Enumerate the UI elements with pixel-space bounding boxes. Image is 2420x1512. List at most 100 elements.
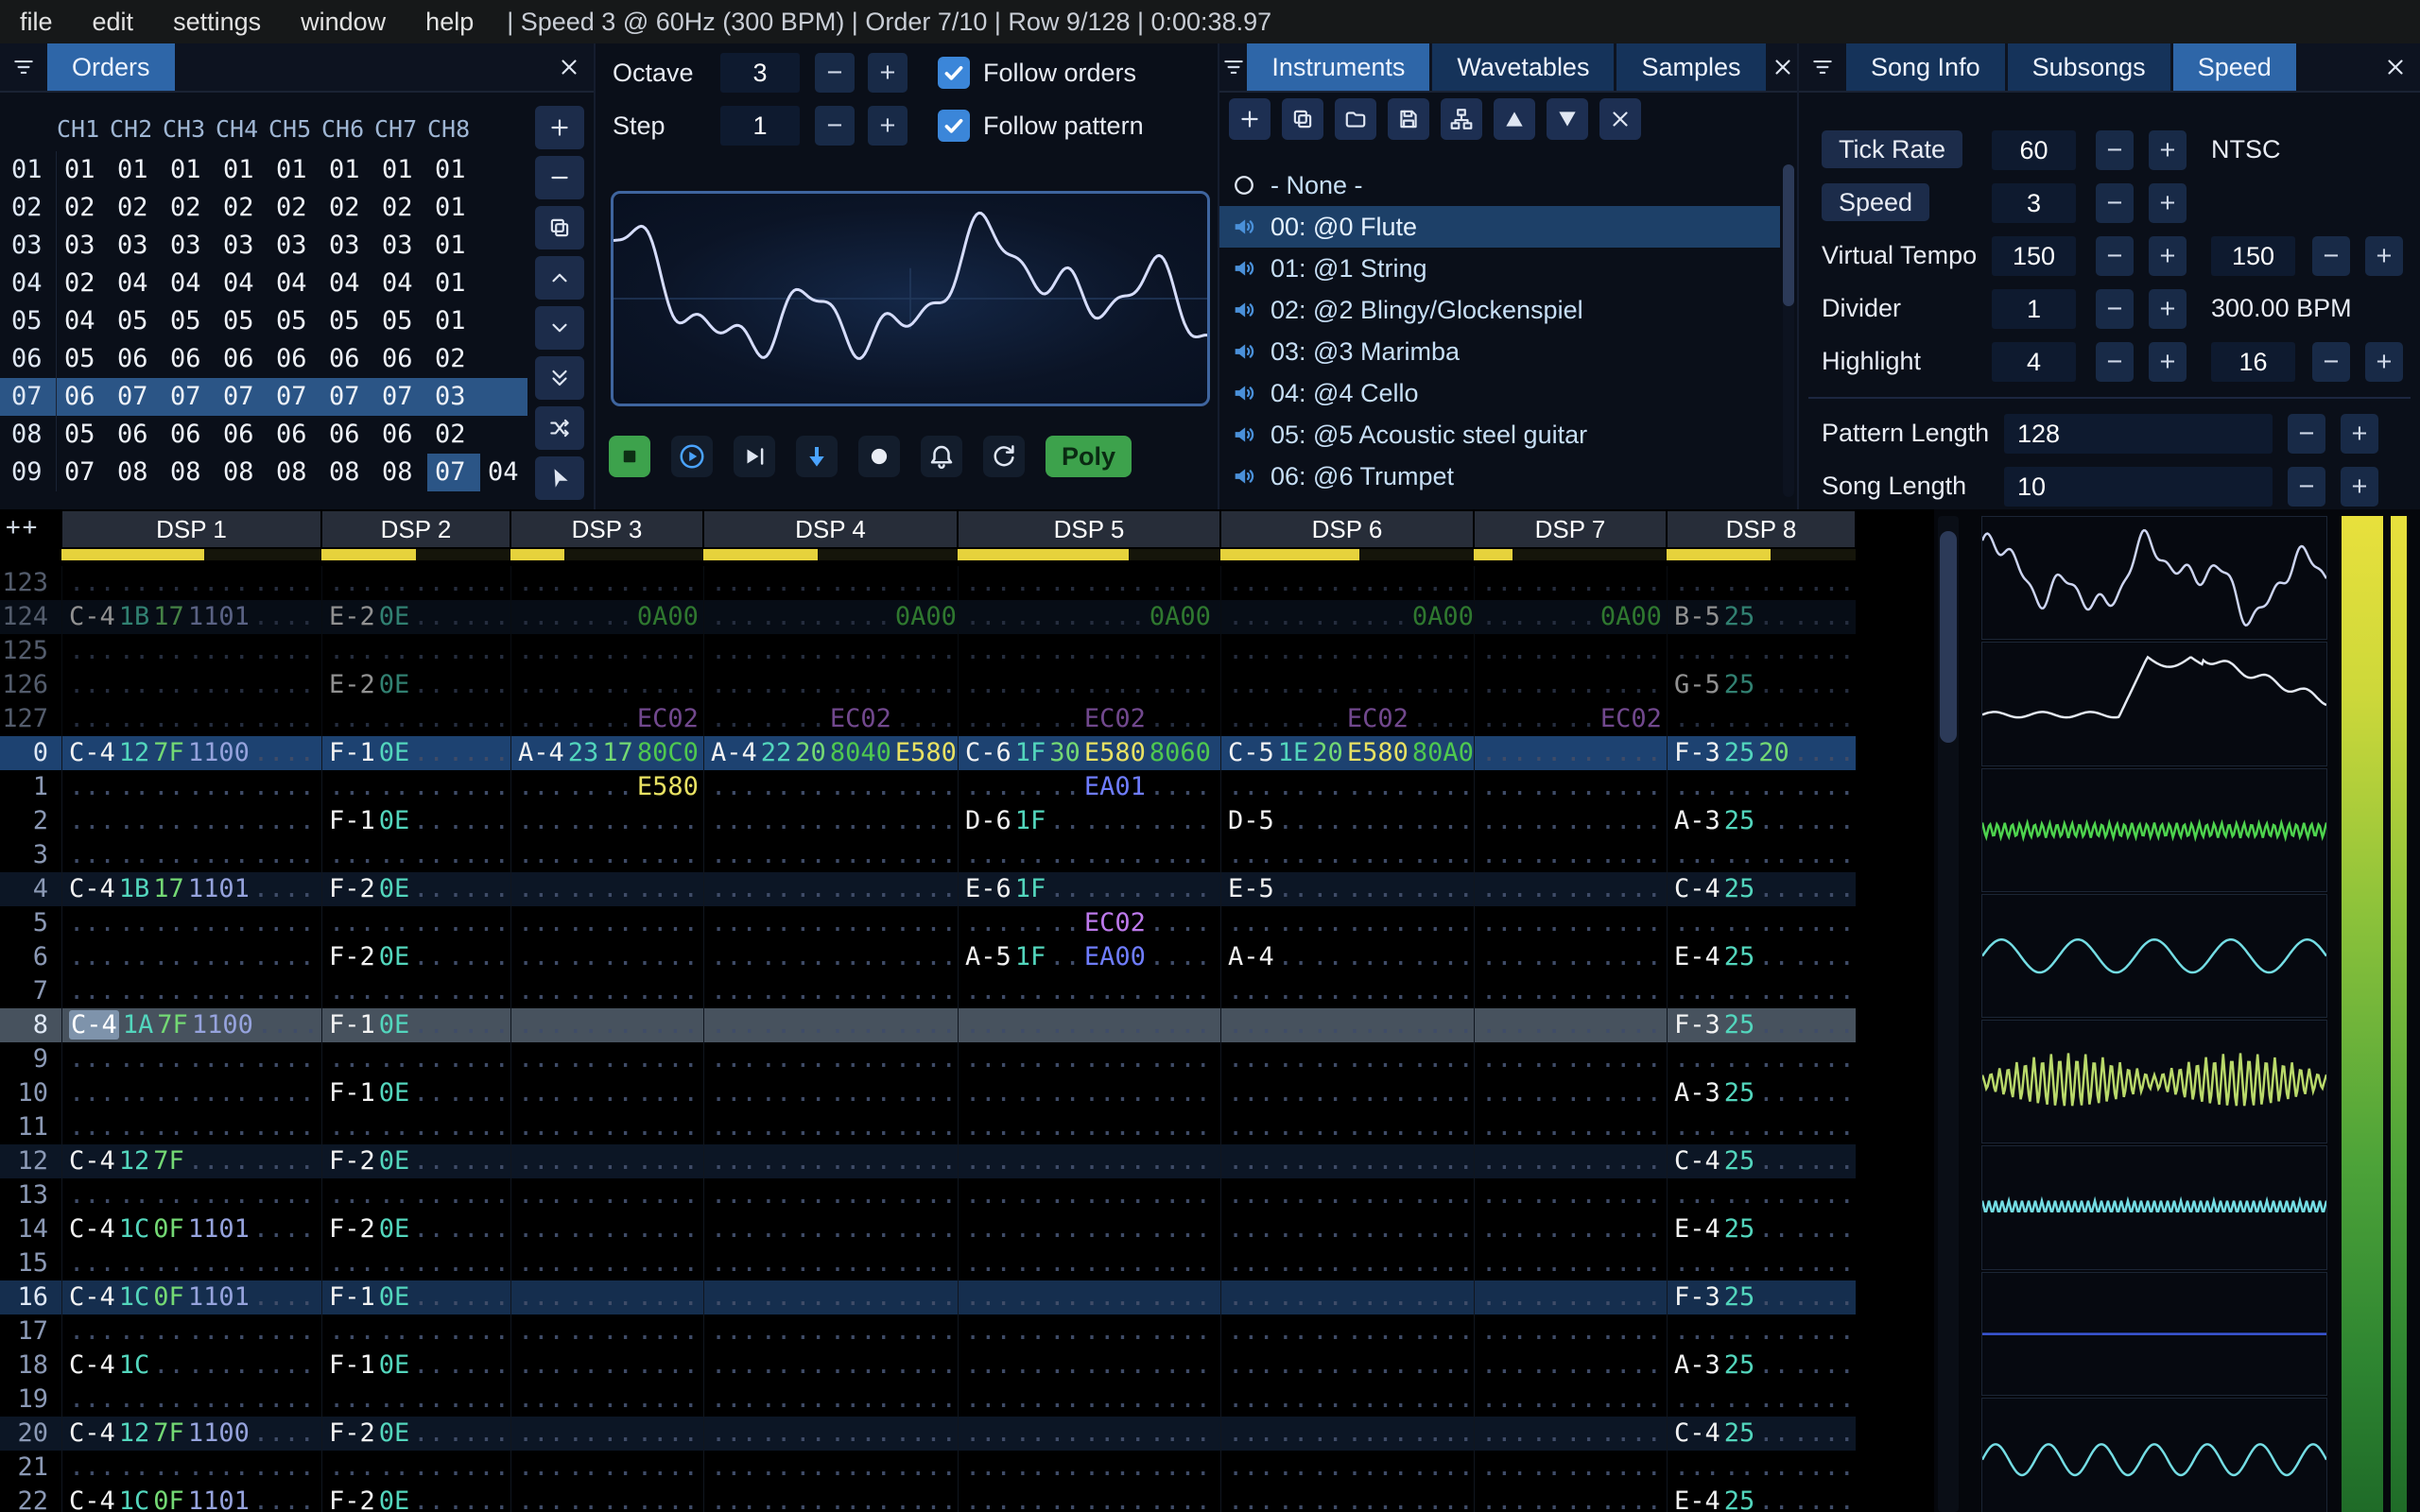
pattern-cell[interactable]: C-6 1F 30 E580 8060: [958, 736, 1220, 770]
pattern-cell[interactable]: ...............: [703, 1178, 958, 1212]
pattern-cell[interactable]: ...........: [321, 1178, 510, 1212]
follow-pattern-checkbox[interactable]: [938, 110, 970, 142]
order-cell[interactable]: 08: [321, 454, 374, 491]
pattern-cell[interactable]: ...........: [1474, 1042, 1667, 1076]
channel-header-dsp-3[interactable]: DSP 3: [511, 511, 702, 547]
pattern-cell[interactable]: F-2 0E......: [321, 1144, 510, 1178]
pattern-cell[interactable]: ...........: [1474, 1076, 1667, 1110]
instrument-delete-button[interactable]: [1599, 98, 1641, 140]
instrument-item[interactable]: 02: @2 Blingy/Glockenspiel: [1219, 289, 1780, 331]
pattern-cell[interactable]: C-5 1E 20 E580 80A0: [1220, 736, 1474, 770]
pattern-cell[interactable]: ...............: [1220, 1008, 1474, 1042]
pattern-cell[interactable]: ...............: [958, 1212, 1220, 1246]
pattern-cell[interactable]: ...........: [1667, 1178, 1856, 1212]
pattern-cell[interactable]: E-4 25......: [1667, 1212, 1856, 1246]
order-cell[interactable]: 01: [57, 151, 110, 189]
instrument-item[interactable]: 05: @5 Acoustic steel guitar: [1219, 414, 1780, 455]
order-cell[interactable]: 03: [163, 227, 216, 265]
pattern-cell[interactable]: ...............: [703, 1451, 958, 1485]
tick-rate-increase-button[interactable]: +: [2149, 130, 2187, 170]
pattern-length-input[interactable]: 128: [2004, 414, 2273, 454]
song-length-decrease-button[interactable]: −: [2288, 467, 2325, 507]
order-cell[interactable]: 02: [427, 340, 480, 378]
pattern-cell[interactable]: A-3 25......: [1667, 1076, 1856, 1110]
pattern-cell[interactable]: ...........: [1474, 1246, 1667, 1280]
order-cell[interactable]: 02: [57, 265, 110, 302]
pattern-cell[interactable]: ...............: [61, 1246, 321, 1280]
pattern-cell[interactable]: ...............: [61, 804, 321, 838]
pattern-cell[interactable]: ...............: [1220, 1417, 1474, 1451]
pattern-cell[interactable]: E-2 0E......: [321, 600, 510, 634]
pattern-cell[interactable]: ...........: [510, 1280, 703, 1314]
pattern-cell[interactable]: ...........: [1474, 1110, 1667, 1144]
highlight-1-decrease-button[interactable]: −: [2096, 342, 2134, 382]
highlight-2-decrease-button[interactable]: −: [2312, 342, 2350, 382]
order-cell[interactable]: 06: [321, 416, 374, 454]
order-cell[interactable]: 03: [110, 227, 163, 265]
pattern-cell[interactable]: ...............: [958, 1314, 1220, 1349]
menu-help[interactable]: help: [406, 8, 493, 37]
octave-input[interactable]: 3: [720, 53, 800, 93]
pattern-cell[interactable]: ...............: [703, 566, 958, 600]
tick-rate-decrease-button[interactable]: −: [2096, 130, 2134, 170]
pattern-cell[interactable]: ...........: [321, 770, 510, 804]
order-cell[interactable]: 01: [427, 189, 480, 227]
order-cell[interactable]: 03: [321, 227, 374, 265]
pattern-cell[interactable]: ...............: [61, 1314, 321, 1349]
tab-wavetables[interactable]: Wavetables: [1432, 43, 1615, 91]
order-cell[interactable]: 04: [480, 454, 527, 491]
order-cell[interactable]: 04: [216, 265, 268, 302]
order-cell[interactable]: 05: [268, 302, 321, 340]
pattern-cell[interactable]: ...........: [321, 906, 510, 940]
pattern-cell[interactable]: ...........: [1667, 906, 1856, 940]
pattern-cell[interactable]: ...............: [1220, 1178, 1474, 1212]
pattern-cell[interactable]: ...........: [1667, 1314, 1856, 1349]
instrument-item[interactable]: 01: @1 String: [1219, 248, 1780, 289]
order-cell[interactable]: 04: [163, 265, 216, 302]
pattern-cell[interactable]: ...............: [703, 634, 958, 668]
scrollbar-thumb[interactable]: [1783, 164, 1794, 306]
order-cell[interactable]: 01: [427, 302, 480, 340]
instrument-item[interactable]: 06: @6 Trumpet: [1219, 455, 1780, 497]
pattern-cell[interactable]: ...........: [510, 668, 703, 702]
order-cell[interactable]: 04: [374, 265, 427, 302]
pattern-cell[interactable]: ...........: [1474, 668, 1667, 702]
order-cell[interactable]: 06: [110, 416, 163, 454]
pattern-cell[interactable]: ...........: [1667, 1451, 1856, 1485]
tick-rate-button[interactable]: Tick Rate: [1822, 130, 1963, 168]
pattern-cell[interactable]: ...............: [703, 974, 958, 1008]
pattern-cell[interactable]: ...............: [703, 1110, 958, 1144]
virtual-tempo-denominator-input[interactable]: 150: [2211, 236, 2295, 276]
instrument-save-button[interactable]: [1388, 98, 1429, 140]
pattern-cell[interactable]: ...........: [1474, 1485, 1667, 1512]
order-cell[interactable]: 01: [268, 151, 321, 189]
pattern-cell[interactable]: ....... EC02....: [958, 906, 1220, 940]
pattern-cell[interactable]: ...............: [61, 668, 321, 702]
pattern-cell[interactable]: E-6 1F..........: [958, 872, 1220, 906]
pattern-cell[interactable]: ....... EA01....: [958, 770, 1220, 804]
pattern-cell[interactable]: ...............: [61, 1042, 321, 1076]
pattern-cell[interactable]: ...............: [1220, 1212, 1474, 1246]
pattern-cell[interactable]: ...........: [1474, 1349, 1667, 1383]
order-cell[interactable]: 06: [374, 340, 427, 378]
pattern-cell[interactable]: ........... 0A00: [703, 600, 958, 634]
order-cell[interactable]: 07: [268, 378, 321, 416]
order-cell[interactable]: 07: [163, 378, 216, 416]
step-input[interactable]: 1: [720, 106, 800, 146]
pattern-cell[interactable]: D-5............: [1220, 804, 1474, 838]
pattern-cell[interactable]: ...............: [61, 906, 321, 940]
pattern-cell[interactable]: ...............: [1220, 1314, 1474, 1349]
speed-button[interactable]: Speed: [1822, 183, 1930, 221]
pattern-cell[interactable]: ...............: [61, 566, 321, 600]
order-cell[interactable]: 03: [216, 227, 268, 265]
pattern-cell[interactable]: ...............: [958, 1178, 1220, 1212]
order-cell[interactable]: 04: [57, 302, 110, 340]
instrument-duplicate-button[interactable]: [1282, 98, 1323, 140]
order-cell[interactable]: 04: [321, 265, 374, 302]
speed-decrease-button[interactable]: −: [2096, 183, 2134, 223]
order-cell[interactable]: 07: [374, 378, 427, 416]
order-cell[interactable]: 05: [110, 302, 163, 340]
virtual-tempo-den-increase-button[interactable]: +: [2365, 236, 2403, 276]
pattern-cell[interactable]: ...............: [1220, 1349, 1474, 1383]
pattern-cell[interactable]: ...............: [958, 1485, 1220, 1512]
